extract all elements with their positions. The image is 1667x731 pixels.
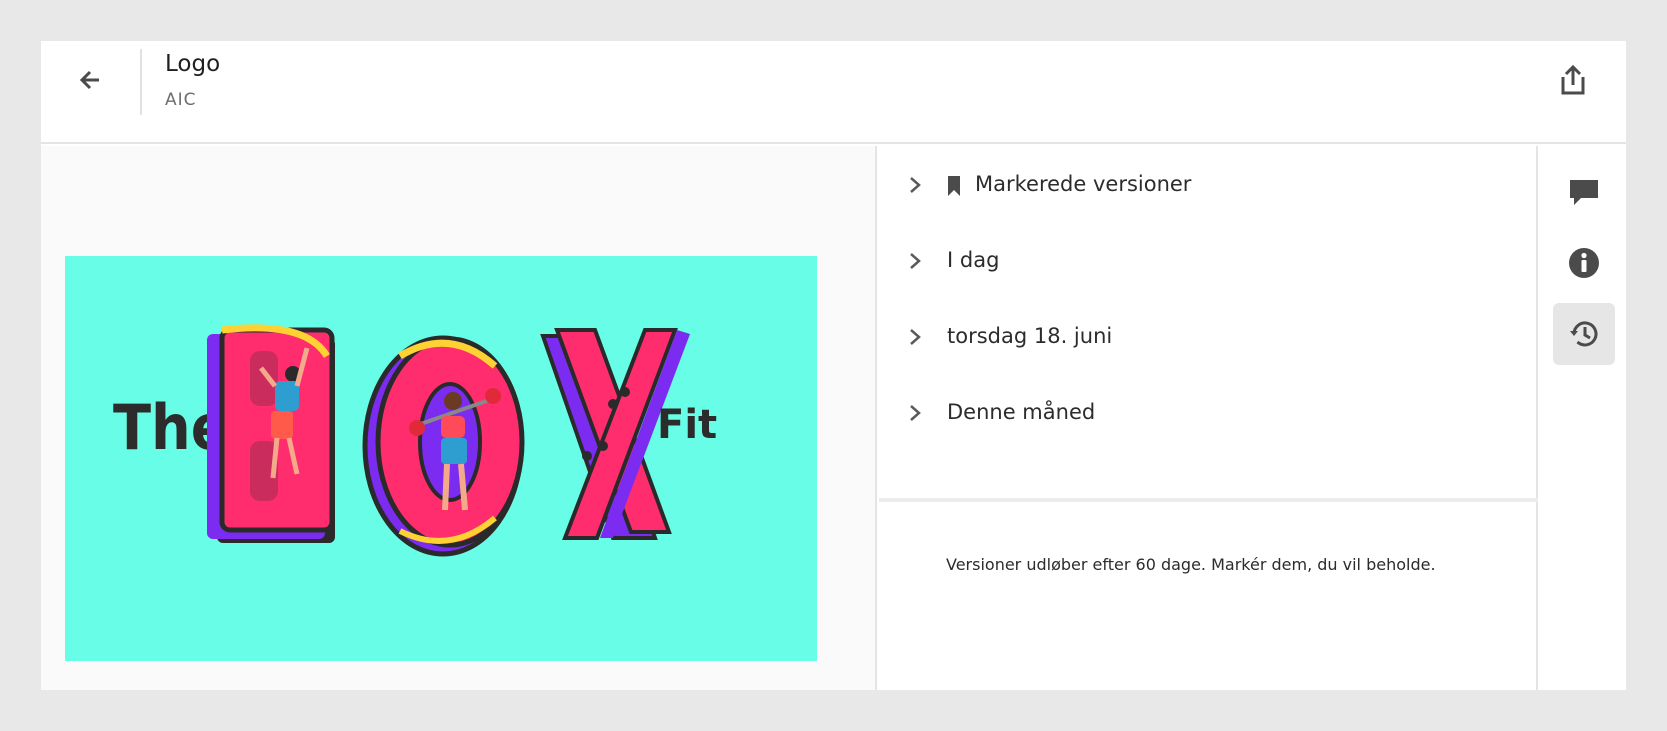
divider <box>879 498 1538 502</box>
preview-pane: The Fit <box>41 146 877 690</box>
version-group-label: Markerede versioner <box>975 172 1192 196</box>
comment-icon <box>1570 180 1598 205</box>
arrow-left-icon <box>79 70 99 90</box>
header-divider <box>140 49 142 115</box>
logo-image: The Fit <box>65 256 817 661</box>
share-icon <box>1561 64 1585 95</box>
bookmark-icon <box>948 176 960 196</box>
back-button[interactable] <box>75 65 105 95</box>
version-group-today[interactable]: I dag <box>879 226 1538 296</box>
chevron-right-icon <box>910 405 921 421</box>
history-icon <box>1570 321 1598 347</box>
versions-panel: Markerede versioner I dag torsdag 18. ju… <box>879 146 1538 690</box>
version-group-this-month[interactable]: Denne måned <box>879 378 1538 448</box>
app-window: Logo AIC The Fit Markerede versioner I d… <box>41 41 1626 690</box>
info-button[interactable] <box>1553 232 1615 294</box>
version-group-label: I dag <box>947 248 1000 272</box>
version-group-label: Denne måned <box>947 400 1096 424</box>
side-rail <box>1540 146 1626 690</box>
chevron-right-icon <box>910 253 921 269</box>
document-subtitle: AIC <box>165 90 197 110</box>
comments-button[interactable] <box>1553 161 1615 223</box>
header: Logo AIC <box>41 41 1626 144</box>
document-title: Logo <box>165 51 221 77</box>
version-group-bookmarked[interactable]: Markerede versioner <box>879 150 1538 220</box>
logo-letter-b <box>207 324 335 543</box>
info-icon <box>1569 248 1599 278</box>
version-group-thursday[interactable]: torsdag 18. juni <box>879 302 1538 372</box>
expiry-notice: Versioner udløber efter 60 dage. Markér … <box>946 555 1436 574</box>
chevron-right-icon <box>910 329 921 345</box>
share-button[interactable] <box>1555 63 1591 99</box>
logo-word-fit: Fit <box>657 402 717 448</box>
chevron-right-icon <box>910 177 921 193</box>
version-history-button[interactable] <box>1553 303 1615 365</box>
version-group-label: torsdag 18. juni <box>947 324 1113 348</box>
